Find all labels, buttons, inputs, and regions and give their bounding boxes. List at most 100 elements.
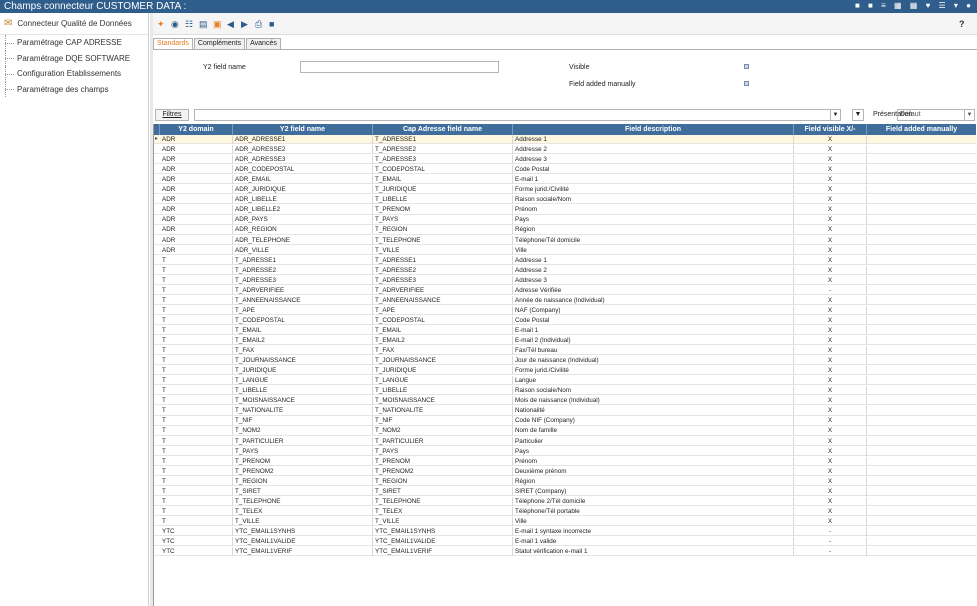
- sidebar-item-champs[interactable]: Paramétrage des champs: [0, 81, 148, 98]
- table-cell[interactable]: -: [794, 526, 867, 536]
- table-cell[interactable]: T: [160, 486, 233, 496]
- table-cell[interactable]: T_TELEX: [233, 506, 373, 516]
- table-cell[interactable]: X: [794, 135, 867, 144]
- table-cell[interactable]: X: [794, 155, 867, 165]
- table-cell[interactable]: [867, 447, 976, 456]
- table-cell[interactable]: X: [794, 295, 867, 305]
- table-cell[interactable]: Code NIF (Company): [513, 416, 794, 426]
- table-cell[interactable]: X: [794, 195, 867, 205]
- table-cell[interactable]: Prénom: [513, 456, 794, 466]
- table-cell[interactable]: X: [794, 205, 867, 215]
- table-cell[interactable]: Particulier: [513, 436, 794, 446]
- table-cell[interactable]: ADR_REGION: [233, 225, 373, 235]
- copy-icon[interactable]: ▣: [213, 19, 222, 30]
- table-cell[interactable]: T_LIBELLE: [373, 386, 513, 396]
- table-cell[interactable]: [867, 396, 976, 405]
- table-cell[interactable]: E-mail 2 (Individual): [513, 336, 794, 345]
- table-row[interactable]: ADR ADR_CODEPOSTAL T_CODEPOSTAL Code Postal…: [154, 165, 976, 175]
- table-cell[interactable]: [867, 336, 976, 345]
- sidebar-item-etablissements[interactable]: Configuration Etablissements: [0, 66, 148, 82]
- table-row[interactable]: ADR ADR_VILLE T_VILLE Ville X: [154, 245, 976, 255]
- table-cell[interactable]: X: [794, 245, 867, 255]
- table-cell[interactable]: T_VILLE: [233, 516, 373, 526]
- table-cell[interactable]: X: [794, 305, 867, 315]
- table-cell[interactable]: YTC: [160, 526, 233, 536]
- table-cell[interactable]: T: [160, 325, 233, 335]
- table-cell[interactable]: X: [794, 325, 867, 335]
- table-cell[interactable]: T_VILLE: [373, 516, 513, 526]
- table-cell[interactable]: X: [794, 386, 867, 396]
- table-cell[interactable]: T_EMAIL: [373, 175, 513, 185]
- table-cell[interactable]: T_EMAIL2: [373, 336, 513, 345]
- table-cell[interactable]: X: [794, 346, 867, 356]
- table-row[interactable]: T T_CODEPOSTAL T_CODEPOSTAL Code Postal X: [154, 315, 976, 326]
- table-cell[interactable]: T_NATIONALITE: [373, 406, 513, 416]
- table-cell[interactable]: T_EMAIL2: [233, 336, 373, 345]
- folder-icon[interactable]: ■: [269, 19, 274, 29]
- table-cell[interactable]: X: [794, 145, 867, 155]
- table-cell[interactable]: ADR_ADRESSE2: [233, 145, 373, 155]
- table-cell[interactable]: [867, 366, 976, 375]
- table-cell[interactable]: Téléphone 2/Tél domicile: [513, 496, 794, 506]
- table-cell[interactable]: YTC_EMAIL1SYNHS: [233, 526, 373, 536]
- table-cell[interactable]: T_NIF: [373, 416, 513, 426]
- table-cell[interactable]: T: [160, 285, 233, 295]
- chevron-down-icon[interactable]: ▼: [964, 110, 974, 120]
- table-cell[interactable]: T_NOM2: [233, 426, 373, 436]
- table-cell[interactable]: Code Postal: [513, 165, 794, 175]
- table-row[interactable]: T T_LIBELLE T_LIBELLE Raison sociale/Nom X: [154, 386, 976, 396]
- col-field-description[interactable]: Field description: [513, 124, 794, 135]
- table-cell[interactable]: ADR: [160, 145, 233, 155]
- table-cell[interactable]: E-mail 1: [513, 175, 794, 185]
- table-row[interactable]: ADR ADR_EMAIL T_EMAIL E-mail 1X: [154, 175, 976, 185]
- table-cell[interactable]: X: [794, 406, 867, 416]
- table-cell[interactable]: ADR: [160, 205, 233, 215]
- table-cell[interactable]: [867, 497, 976, 506]
- table-cell[interactable]: X: [794, 225, 867, 235]
- table-cell[interactable]: T: [160, 376, 233, 386]
- table-cell[interactable]: T: [160, 315, 233, 325]
- table-cell[interactable]: [867, 517, 976, 526]
- sidebar-item-dqe-software[interactable]: Paramétrage DQE SOFTWARE: [0, 50, 148, 67]
- table-cell[interactable]: T: [160, 346, 233, 356]
- table-cell[interactable]: T: [160, 426, 233, 436]
- col-cap-adresse-field[interactable]: Cap Adresse field name: [373, 124, 513, 135]
- table-cell[interactable]: X: [794, 165, 867, 175]
- table-cell[interactable]: ADR_TELEPHONE: [233, 235, 373, 245]
- table-row[interactable]: T T_ADRESSE3 T_ADRESSE3 Addresse 3X: [154, 275, 976, 285]
- table-cell[interactable]: YTC: [160, 547, 233, 557]
- table-cell[interactable]: [867, 356, 976, 365]
- table-cell[interactable]: Ville: [513, 516, 794, 526]
- table-cell[interactable]: [867, 376, 976, 385]
- table-cell[interactable]: T: [160, 255, 233, 265]
- table-cell[interactable]: X: [794, 175, 867, 185]
- table-cell[interactable]: T: [160, 336, 233, 345]
- table-cell[interactable]: T_MOISNAISSANCE: [373, 396, 513, 406]
- table-cell[interactable]: T: [160, 506, 233, 516]
- table-cell[interactable]: Nom de famille: [513, 426, 794, 436]
- table-cell[interactable]: T_CODEPOSTAL: [233, 315, 373, 325]
- table-cell[interactable]: ADR: [160, 155, 233, 165]
- table-cell[interactable]: [867, 236, 976, 245]
- table-cell[interactable]: ADR_JURIDIQUE: [233, 185, 373, 195]
- table-cell[interactable]: T_NOM2: [373, 426, 513, 436]
- table-cell[interactable]: ADR_VILLE: [233, 245, 373, 255]
- table-cell[interactable]: Région: [513, 476, 794, 486]
- table-row[interactable]: T T_REGION T_REGION Région X: [154, 476, 976, 486]
- table-cell[interactable]: T_ADRVERIFIEE: [233, 285, 373, 295]
- table-cell[interactable]: [867, 145, 976, 154]
- table-cell[interactable]: T_JURIDIQUE: [373, 366, 513, 376]
- table-cell[interactable]: Raison sociale/Nom: [513, 195, 794, 205]
- table-cell[interactable]: Raison sociale/Nom: [513, 386, 794, 396]
- filter-field[interactable]: ▼: [194, 109, 841, 121]
- table-cell[interactable]: T_ANNEENAISSANCE: [373, 295, 513, 305]
- table-cell[interactable]: [867, 256, 976, 265]
- table-row[interactable]: T T_SIRET T_SIRET SIRET (Company) X: [154, 486, 976, 496]
- table-cell[interactable]: T_SIRET: [233, 486, 373, 496]
- table-cell[interactable]: X: [794, 486, 867, 496]
- table-cell[interactable]: [867, 457, 976, 466]
- table-cell[interactable]: Région: [513, 225, 794, 235]
- table-cell[interactable]: ADR: [160, 215, 233, 225]
- table-cell[interactable]: T: [160, 496, 233, 506]
- table-cell[interactable]: T: [160, 295, 233, 305]
